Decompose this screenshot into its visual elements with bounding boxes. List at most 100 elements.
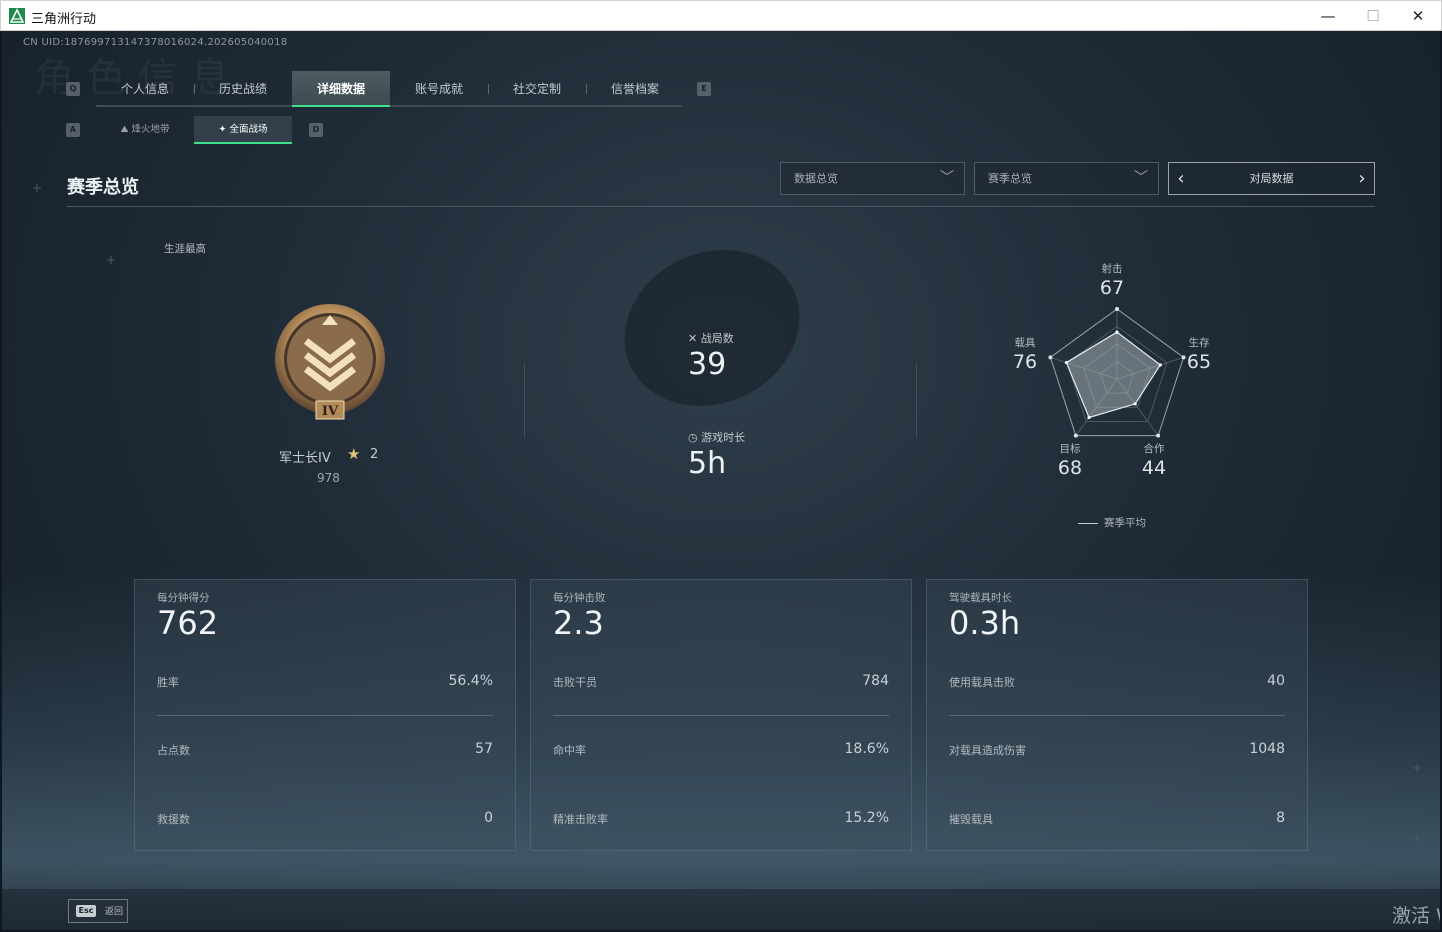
dropdown-value: 数据总览 [794, 172, 838, 185]
tab-achievements[interactable]: 账号成就 [390, 71, 488, 107]
tab-social[interactable]: 社交定制 [488, 71, 586, 107]
match-data-pager: ‹ 对局数据 › [1168, 162, 1375, 195]
card-head-value: 2.3 [553, 604, 604, 642]
card-head-value: 762 [157, 604, 219, 642]
rank-points: 978 [317, 471, 340, 485]
career-best-label: 生涯最高 [164, 243, 206, 255]
card-divider [157, 715, 493, 716]
card-head-label: 每分钟击败 [553, 592, 606, 604]
radar-value-survival: 65 [1186, 351, 1212, 373]
pager-label: 对局数据 [1249, 172, 1294, 185]
tab-reputation[interactable]: 信誉档案 [586, 71, 684, 107]
section-title: 赛季总览 [67, 177, 139, 198]
chevron-down-icon: ﹀ [940, 170, 954, 186]
card-row-value: 56.4% [448, 673, 493, 689]
main-tabs: 个人信息 历史战绩 详细数据 账号成就 社交定制 信誉档案 [96, 71, 682, 107]
card-row-value: 0 [484, 810, 493, 826]
tab-history[interactable]: 历史战绩 [194, 71, 292, 107]
app-logo-icon [9, 8, 25, 24]
chevron-left-icon[interactable]: ‹ [1171, 163, 1191, 194]
card-row-value: 8 [1276, 810, 1285, 826]
card-head-label: 驾驶载具时长 [949, 592, 1012, 604]
tab-next-key[interactable]: E [697, 82, 711, 96]
playtime-value: 5h [688, 446, 727, 481]
card-row-value: 15.2% [844, 810, 889, 826]
radar-label-vehicle: 载具 [1014, 337, 1036, 349]
star-icon: ★ [347, 445, 361, 463]
card-row-value: 57 [475, 741, 493, 757]
tab-detailed-data[interactable]: 详细数据 [292, 71, 390, 107]
close-button[interactable]: ✕ [1395, 4, 1441, 28]
card-divider [949, 715, 1285, 716]
card-row-label: 救援数 [157, 813, 190, 826]
tab-personal-info[interactable]: 个人信息 [96, 71, 194, 107]
card-row-value: 40 [1267, 673, 1285, 689]
window-title: 三角洲行动 [31, 12, 97, 27]
radar-value-point [1064, 360, 1069, 365]
back-button[interactable]: Esc 返回 [68, 899, 128, 923]
rank-star-count: 2 [370, 447, 379, 462]
player-uid: CN UID:187699713147378016024.20260504001… [23, 37, 288, 48]
subtab-label: 烽火地带 [131, 124, 170, 135]
playtime-stat-label: ◷ 游戏时长 [688, 429, 745, 445]
minimize-button[interactable]: — [1305, 4, 1351, 28]
card-row-label: 命中率 [553, 744, 586, 757]
data-view-dropdown[interactable]: 数据总览 ﹀ [780, 162, 965, 195]
radar-legend: 赛季平均 [1078, 515, 1146, 530]
background-dish [598, 221, 826, 435]
esc-key: Esc [76, 905, 96, 917]
stat-card-vehicle: 驾驶载具时长 0.3h 使用载具击败 40 对载具造成伤害 1048 摧毁载具 … [926, 579, 1308, 851]
radar-axis-dot [1073, 433, 1078, 438]
card-row-value: 18.6% [844, 741, 889, 757]
card-row-label: 使用载具击败 [949, 676, 1015, 689]
chevron-right-icon[interactable]: › [1352, 163, 1372, 194]
radar-value-point [1158, 363, 1162, 367]
card-row-label: 对载具造成伤害 [949, 744, 1026, 757]
legend-line [1078, 522, 1098, 524]
card-row-value: 784 [862, 673, 889, 689]
tab-prev-key[interactable]: Q [66, 82, 80, 96]
card-row-value: 1048 [1249, 741, 1285, 757]
card-row-label: 精准击败率 [553, 813, 608, 826]
stat-label-text: 战局数 [700, 332, 734, 345]
subtab-next-key[interactable]: D [309, 123, 323, 137]
card-head-label: 每分钟得分 [157, 592, 210, 604]
subtab-prev-key[interactable]: A [66, 123, 80, 137]
column-divider [524, 364, 525, 438]
matches-value: 39 [688, 347, 727, 382]
column-divider [916, 364, 917, 438]
subtab-hazard-zone[interactable]: ⛰ 烽火地带 [96, 116, 194, 144]
bottom-bar: Esc 返回 [2, 889, 1440, 930]
radar-label-teamwork: 合作 [1143, 443, 1165, 455]
card-row-label: 占点数 [157, 744, 190, 757]
radar-label-objective: 目标 [1059, 443, 1081, 455]
rank-badge-icon: IV [272, 303, 388, 423]
rank-numeral: IV [322, 404, 339, 419]
decor-plus-icon: + [106, 253, 117, 267]
decor-plus-icon: + [1412, 831, 1423, 845]
subtab-label: 全面战场 [229, 124, 268, 135]
back-label: 返回 [105, 907, 124, 917]
legend-label: 赛季平均 [1104, 517, 1146, 529]
card-row-label: 摧毁载具 [949, 813, 993, 826]
game-viewport: 角色信息 CN UID:187699713147378016024.202605… [2, 31, 1440, 930]
dropdown-value: 赛季总览 [988, 172, 1032, 185]
section-divider [67, 206, 1375, 207]
season-view-dropdown[interactable]: 赛季总览 ﹀ [974, 162, 1159, 195]
radar-value-point [1133, 402, 1137, 406]
crossed-swords-icon: ✕ [688, 332, 701, 345]
radar-value-teamwork: 44 [1141, 457, 1167, 479]
radar-value-point [1087, 415, 1091, 420]
maximize-button[interactable]: ☐ [1350, 4, 1396, 28]
decor-plus-icon: + [32, 181, 43, 195]
radar-value-point [1115, 330, 1119, 334]
subtab-warfare[interactable]: ✦ 全面战场 [194, 116, 292, 144]
card-head-value: 0.3h [949, 604, 1021, 642]
rank-name: 军士长IV [279, 451, 331, 466]
radar-label-survival: 生存 [1188, 337, 1210, 349]
stat-card-score: 每分钟得分 762 胜率 56.4% 占点数 57 救援数 0 [134, 579, 516, 851]
clock-icon: ◷ [688, 431, 702, 444]
window-titlebar: 三角洲行动 — ☐ ✕ [0, 0, 1442, 31]
radar-value-vehicle: 76 [1012, 351, 1038, 373]
card-row-label: 胜率 [157, 676, 179, 689]
